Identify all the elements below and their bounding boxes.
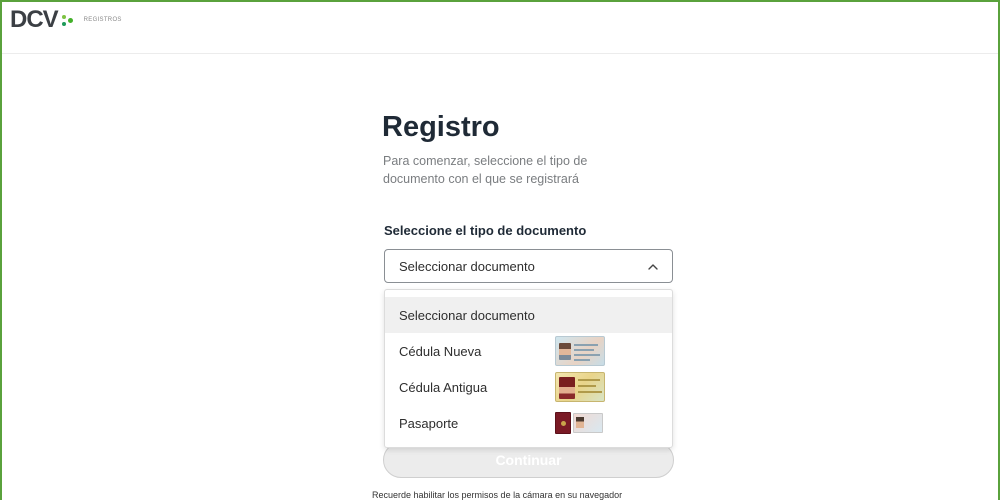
section-label: REGISTROS xyxy=(83,17,122,23)
page-subtitle: Para comenzar, seleccione el tipo de doc… xyxy=(383,154,588,186)
brand-dots-icon xyxy=(61,13,74,27)
document-type-select[interactable]: Seleccionar documento xyxy=(384,249,673,283)
option-cedula-nueva[interactable]: Cédula Nueva xyxy=(385,333,672,369)
app-frame: DCV REGISTROS Registro Para comenzar, se… xyxy=(0,0,1000,500)
option-pasaporte[interactable]: Pasaporte xyxy=(385,405,672,441)
top-bar: DCV REGISTROS xyxy=(2,2,998,54)
new-id-card-image xyxy=(555,336,605,366)
option-label: Seleccionar documento xyxy=(399,307,535,323)
passport-image xyxy=(555,408,603,438)
option-label: Cédula Antigua xyxy=(399,379,488,395)
option-seleccionar-documento[interactable]: Seleccionar documento xyxy=(385,297,672,333)
document-type-label: Seleccione el tipo de documento xyxy=(384,223,587,238)
camera-permission-note: Recuerde habilitar los permisos de la cá… xyxy=(372,490,623,500)
option-label: Pasaporte xyxy=(399,415,459,431)
page-title: Registro xyxy=(382,111,500,143)
old-id-card-image xyxy=(555,372,605,402)
option-label: Cédula Nueva xyxy=(399,343,482,359)
dcv-logo[interactable]: DCV REGISTROS xyxy=(10,6,122,33)
select-current-value: Seleccionar documento xyxy=(399,258,535,274)
chevron-up-icon xyxy=(648,264,658,270)
document-type-dropdown: Seleccionar documento Cédula Nueva Cédul… xyxy=(384,289,673,448)
brand-name: DCV xyxy=(10,6,59,33)
option-cedula-antigua[interactable]: Cédula Antigua xyxy=(385,369,672,405)
